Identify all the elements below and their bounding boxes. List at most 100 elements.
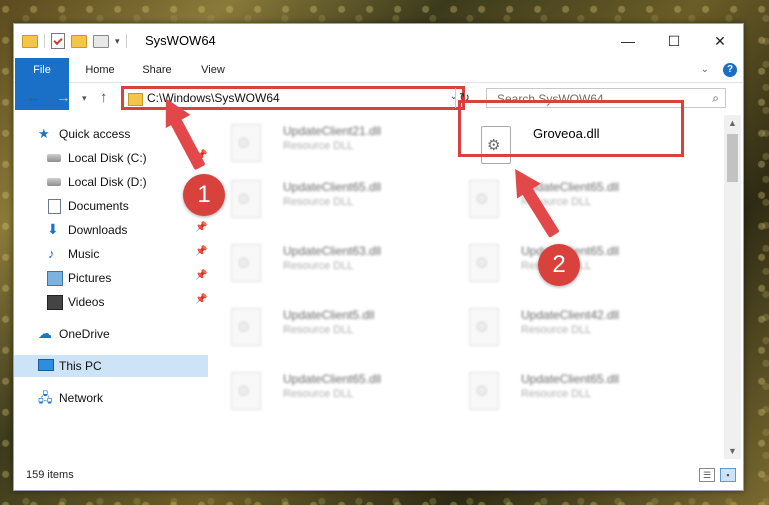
properties-icon[interactable] [51,33,65,49]
chevron-down-icon[interactable]: ▾ [115,36,120,47]
pin-icon[interactable]: 📌 [195,222,207,233]
nav-item-label: Videos [68,295,105,309]
nav-item-local-disk-c[interactable]: Local Disk (C:) 📌 [14,147,208,169]
file-name: UpdateClient5.dll [283,308,375,322]
maximize-button[interactable]: ☐ [651,24,697,58]
video-icon [47,295,63,310]
file-type: Resource DLL [283,196,354,208]
vertical-scrollbar[interactable]: ▲ ▼ [724,115,741,459]
file-type: Resource DLL [283,260,354,272]
dll-file-icon [231,244,261,282]
file-item[interactable]: UpdateClient63.dll Resource DLL [211,235,441,287]
file-type: Resource DLL [283,140,354,152]
nav-item-documents[interactable]: Documents 📌 [14,195,208,217]
file-item[interactable]: UpdateClient65.dll Resource DLL [211,363,441,415]
file-name: UpdateClient42.dll [521,308,620,322]
file-item[interactable]: UpdateClient5.dll Resource DLL [211,299,441,351]
tab-share[interactable]: Share [132,58,182,82]
file-explorer-window: ▾ SysWOW64 — ☐ ✕ File Home Share View ⌄ … [13,23,744,491]
document-icon [48,199,61,214]
step-badge-1: 1 [183,174,225,216]
music-icon: ♪ [48,246,55,261]
folder-icon [22,34,38,48]
file-type: Resource DLL [283,388,354,400]
dll-file-icon [469,308,499,346]
pin-icon[interactable]: 📌 [195,270,207,281]
chevron-down-icon[interactable]: ⌄ [701,64,709,75]
pin-icon[interactable]: 📌 [195,294,207,305]
nav-item-local-disk-d[interactable]: Local Disk (D:) [14,171,208,193]
nav-item-label: Quick access [59,127,131,141]
nav-item-label: This PC [59,359,102,373]
folder-icon [128,93,143,106]
file-name: UpdateClient63.dll [283,244,382,258]
computer-icon [38,359,54,371]
file-item[interactable]: UpdateClient65.dll Resource DLL [211,171,441,223]
status-bar: 159 items ☰ ▪ [14,460,743,490]
pin-icon[interactable]: 📌 [195,246,207,257]
nav-item-label: OneDrive [59,327,110,341]
drive-icon [47,178,61,186]
tab-view[interactable]: View [190,58,236,82]
tab-home[interactable]: Home [76,58,124,82]
ribbon-tabs: File Home Share View ⌄ ? [14,58,743,110]
file-list: UpdateClient21.dll Resource DLL UpdateCl… [211,115,724,459]
search-icon[interactable]: ⌕ [712,91,719,106]
back-arrow-icon[interactable]: ← [26,89,41,106]
file-item[interactable]: UpdateClient65.dll Resource DLL [449,171,679,223]
window-title: SysWOW64 [145,33,216,48]
file-type: Resource DLL [521,388,592,400]
nav-item-label: Pictures [68,271,112,285]
minimize-button[interactable]: — [605,24,651,58]
recent-locations-icon[interactable]: ▾ [82,93,87,104]
nav-item-videos[interactable]: Videos 📌 [14,291,208,313]
file-name: UpdateClient65.dll [283,372,382,386]
file-name: UpdateClient65.dll [521,372,620,386]
highlight-box [458,100,684,157]
nav-item-label: Network [59,391,104,405]
new-folder-icon[interactable] [71,34,87,48]
quick-access-toolbar: ▾ [22,33,127,49]
download-icon: ⬇ [47,221,59,237]
dll-file-icon [231,372,261,410]
star-icon: ★ [38,126,50,141]
file-item[interactable]: UpdateClient42.dll Resource DLL [449,299,679,351]
file-item[interactable]: UpdateClient21.dll Resource DLL [211,115,441,167]
cloud-icon: ☁ [38,325,52,341]
scroll-up-icon[interactable]: ▲ [728,118,737,128]
details-view-icon[interactable]: ☰ [699,468,715,482]
picture-icon [47,271,63,286]
nav-item-this-pc[interactable]: This PC [14,355,208,377]
forward-arrow-icon[interactable]: → [56,89,71,106]
toolbar-divider [44,34,45,48]
nav-item-label: Downloads [68,223,128,237]
toolbar-divider [125,34,127,48]
nav-item-network[interactable]: 🖧 Network [14,387,208,409]
scroll-down-icon[interactable]: ▼ [728,446,737,456]
scrollbar-thumb[interactable] [727,134,738,182]
nav-item-onedrive[interactable]: ☁ OneDrive [14,323,208,345]
network-icon: 🖧 [38,390,53,405]
title-bar: ▾ SysWOW64 — ☐ ✕ [14,24,743,58]
large-icons-view-icon[interactable]: ▪ [720,468,736,482]
dll-file-icon [469,244,499,282]
file-type: Resource DLL [521,324,592,336]
dll-file-icon [469,180,499,218]
dll-file-icon [231,308,261,346]
step-badge-2: 2 [538,244,580,286]
navigation-pane: ★ Quick access Local Disk (C:) 📌 Local D… [14,115,208,459]
view-options-icon[interactable] [93,34,109,48]
dll-file-icon [469,372,499,410]
nav-item-label: Documents [68,199,129,213]
nav-item-pictures[interactable]: Pictures 📌 [14,267,208,289]
nav-item-label: Local Disk (C:) [68,151,147,165]
dll-file-icon [231,124,261,162]
file-type: Resource DLL [283,324,354,336]
nav-item-music[interactable]: ♪ Music 📌 [14,243,208,265]
up-arrow-icon[interactable]: ↑ [100,89,108,106]
nav-item-downloads[interactable]: ⬇ Downloads 📌 [14,219,208,241]
nav-item-label: Local Disk (D:) [68,175,147,189]
file-item[interactable]: UpdateClient65.dll Resource DLL [449,363,679,415]
help-icon[interactable]: ? [723,63,737,77]
close-button[interactable]: ✕ [697,24,743,58]
